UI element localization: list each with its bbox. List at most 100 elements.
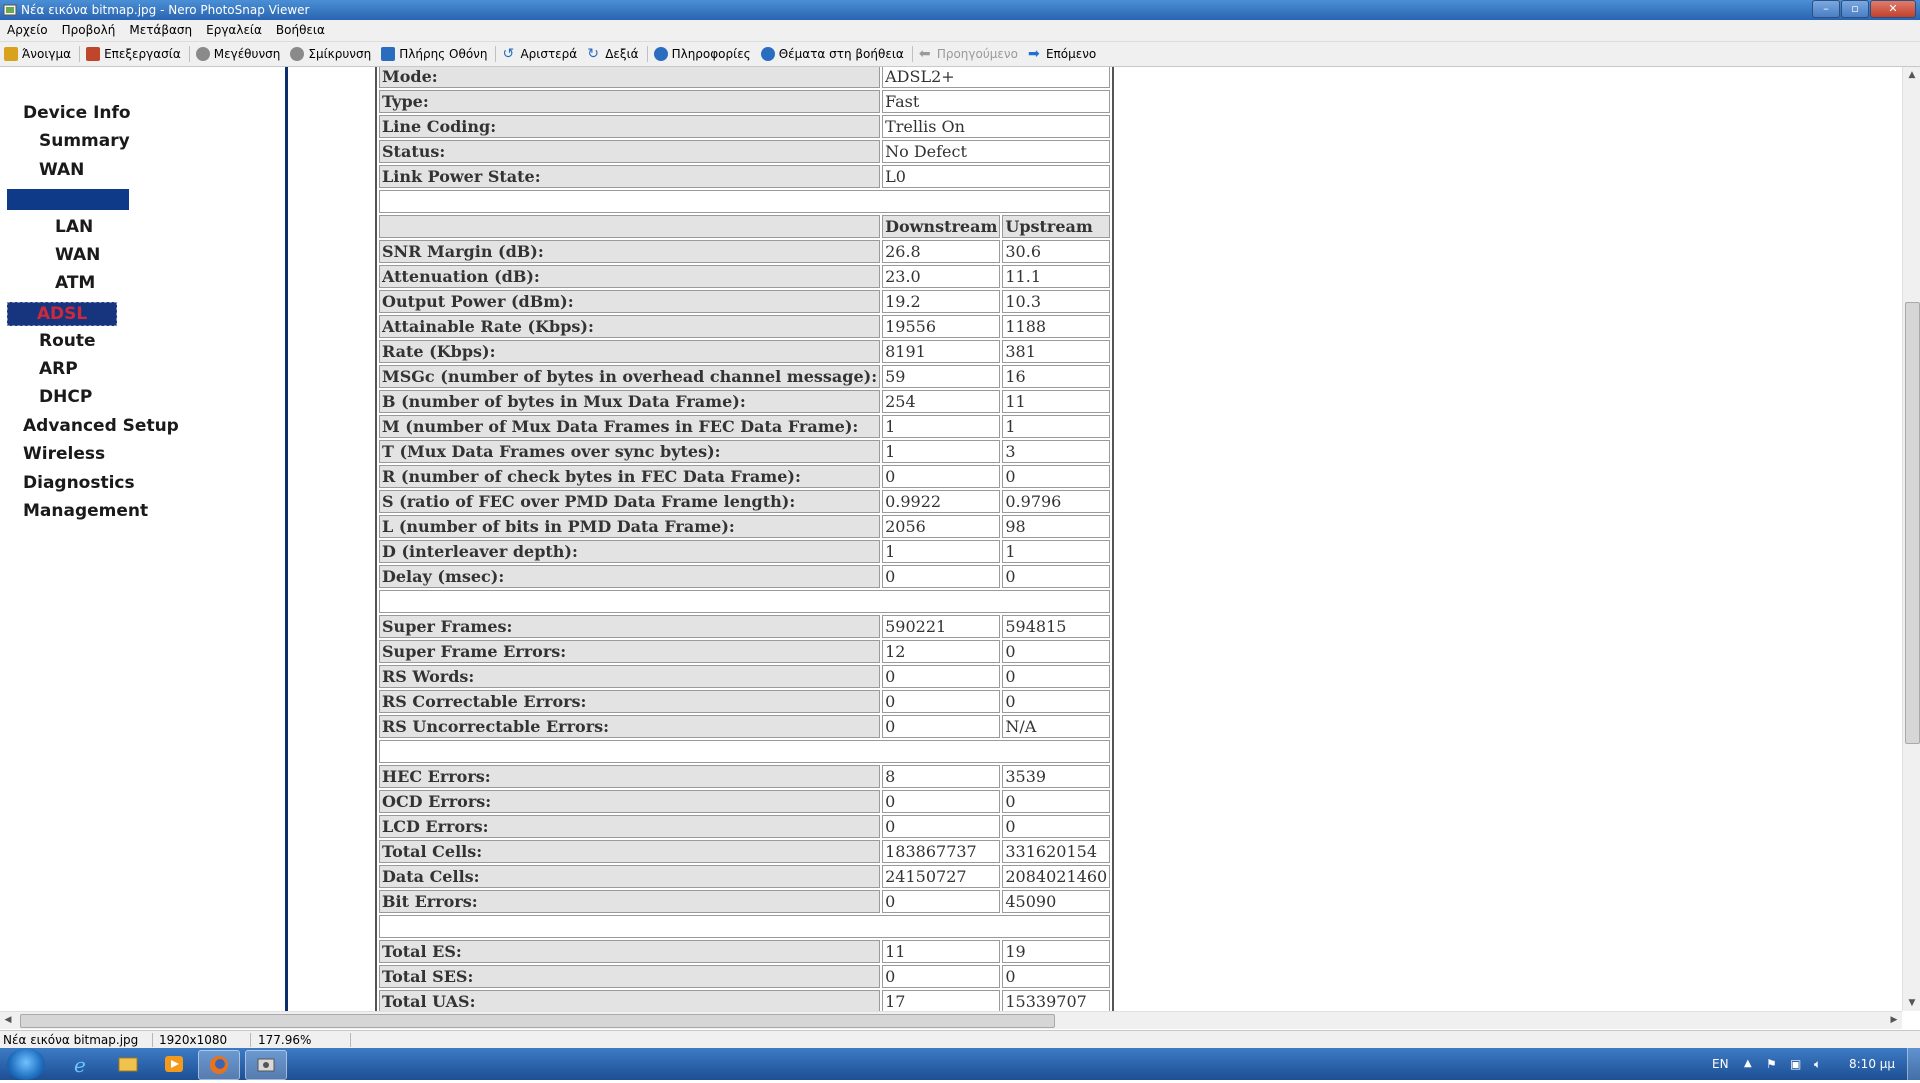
menu-file[interactable]: Αρχείο [0,20,55,41]
table-row: RS Correctable Errors: 0 0 [379,690,1111,713]
table-row: L (number of bits in PMD Data Frame): 205… [379,515,1111,538]
edit-icon [86,47,101,61]
status-filename: Νέα εικόνα bitmap.jpg [3,1033,139,1047]
help-topics-button[interactable]: Θέματα στη βοήθεια [757,42,910,66]
nav-arp[interactable]: ARP [39,359,78,379]
upstream-value: 1188 [1002,315,1111,338]
fullscreen-button[interactable]: Πλήρης Οθόνη [377,42,493,66]
nav-stats-wan[interactable]: WAN [55,245,100,265]
action-center-flag-icon[interactable]: ⚑ [1766,1048,1777,1080]
row-label: OCD Errors: [379,790,881,813]
row-label: Attainable Rate (Kbps): [379,315,881,338]
scroll-down-icon[interactable]: ▼ [1903,995,1920,1011]
row-label: SNR Margin (dB): [379,240,881,263]
minimize-button[interactable]: – [1812,0,1840,18]
nav-summary[interactable]: Summary [39,131,130,151]
info-button[interactable]: Πληροφορίες [650,42,757,66]
zoom-out-button[interactable]: Σμίκρυνση [286,42,377,66]
next-button[interactable]: ➡ Επόμενο [1024,42,1102,66]
downstream-value: 0 [882,815,1001,838]
nav-wan[interactable]: WAN [39,160,84,180]
media-player-icon[interactable] [154,1050,194,1078]
show-desktop-button[interactable] [1907,1048,1920,1080]
table-row: Total Cells: 183867737 331620154 [379,840,1111,863]
edit-button[interactable]: Επεξεργασία [82,42,187,66]
show-hidden-icons-icon[interactable]: ▲ [1744,1048,1752,1080]
row-value: L0 [882,165,1111,188]
rotate-right-button[interactable]: ↻ Δεξιά [583,42,644,66]
clock[interactable]: 8:10 μμ [1849,1048,1895,1080]
scroll-left-icon[interactable]: ◀ [0,1012,16,1029]
horizontal-scrollbar[interactable]: ◀ ▶ [0,1011,1902,1029]
upstream-value: 98 [1002,515,1111,538]
language-indicator[interactable]: EN [1712,1048,1729,1080]
maximize-button[interactable]: ▫ [1841,0,1869,18]
table-row: Super Frame Errors: 12 0 [379,640,1111,663]
nav-wireless[interactable]: Wireless [23,444,105,464]
horizontal-scroll-thumb[interactable] [20,1014,1055,1028]
nav-route[interactable]: Route [39,331,96,351]
photosnap-viewer-icon[interactable] [245,1050,287,1080]
table-row: RS Uncorrectable Errors: 0 N/A [379,715,1111,738]
volume-icon[interactable]: 🔈︎ [1814,1048,1821,1080]
file-explorer-icon[interactable] [108,1050,148,1078]
open-button[interactable]: Άνοιγμα [0,42,77,66]
firefox-icon[interactable] [198,1050,240,1080]
zoom-in-button[interactable]: Μεγέθυνση [192,42,287,66]
scroll-right-icon[interactable]: ▶ [1886,1012,1902,1029]
router-sidebar: Device Info Summary WAN LAN WAN ATM ADSL… [0,67,288,1011]
start-button[interactable] [7,1048,45,1080]
image-viewport[interactable]: Device Info Summary WAN LAN WAN ATM ADSL… [0,67,1902,1011]
downstream-value: 19556 [882,315,1001,338]
upstream-value: 594815 [1002,615,1111,638]
rotate-left-button[interactable]: ↺ Αριστερά [498,42,583,66]
downstream-value: 254 [882,390,1001,413]
row-label: Super Frame Errors: [379,640,881,663]
row-label: RS Uncorrectable Errors: [379,715,881,738]
row-label: Attenuation (dB): [379,265,881,288]
row-label: RS Correctable Errors: [379,690,881,713]
downstream-value: 1 [882,540,1001,563]
row-value: No Defect [882,140,1111,163]
vertical-scrollbar[interactable]: ▲ ▼ [1902,67,1920,1011]
table-row: D (interleaver depth): 1 1 [379,540,1111,563]
scroll-up-icon[interactable]: ▲ [1903,67,1920,83]
nav-stats-atm[interactable]: ATM [55,273,95,293]
spacer-cell [379,740,1111,763]
menu-help[interactable]: Βοήθεια [269,20,332,41]
nav-dhcp[interactable]: DHCP [39,387,92,407]
nav-stats-lan[interactable]: LAN [55,217,93,237]
zoom-out-icon [290,47,305,61]
spacer-row [379,190,1111,213]
downstream-value: 11 [882,940,1001,963]
previous-button[interactable]: ⬅ Προηγούμενο [915,42,1024,66]
nav-diagnostics[interactable]: Diagnostics [23,473,135,493]
table-row: OCD Errors: 0 0 [379,790,1111,813]
internet-explorer-icon[interactable]: e [62,1050,102,1078]
table-row: Super Frames: 590221 594815 [379,615,1111,638]
row-label: S (ratio of FEC over PMD Data Frame leng… [379,490,881,513]
vertical-scroll-thumb[interactable] [1905,302,1920,744]
nav-stats-adsl-selected[interactable]: ADSL [7,302,117,326]
fullscreen-icon [381,47,396,61]
upstream-value: 0.9796 [1002,490,1111,513]
nav-advanced-setup[interactable]: Advanced Setup [23,416,179,436]
network-icon[interactable]: ▣ [1790,1048,1801,1080]
nav-device-info[interactable]: Device Info [23,103,131,123]
menu-view[interactable]: Προβολή [55,20,123,41]
row-label: Line Coding: [379,115,881,138]
row-label: Delay (msec): [379,565,881,588]
row-label: Total Cells: [379,840,881,863]
table-row: Data Cells: 24150727 2084021460 [379,865,1111,888]
nav-management[interactable]: Management [23,501,148,521]
table-row: Total SES: 0 0 [379,965,1111,988]
menu-tools[interactable]: Εργαλεία [199,20,269,41]
menu-go[interactable]: Μετάβαση [122,20,199,41]
nav-statistics-selected[interactable] [7,189,129,210]
table-header-row: Downstream Upstream [379,215,1111,238]
upstream-value: 16 [1002,365,1111,388]
table-row: LCD Errors: 0 0 [379,815,1111,838]
table-row: B (number of bytes in Mux Data Frame): 25… [379,390,1111,413]
table-row: Line Coding: Trellis On [379,115,1111,138]
close-button[interactable]: ✕ [1870,0,1916,18]
